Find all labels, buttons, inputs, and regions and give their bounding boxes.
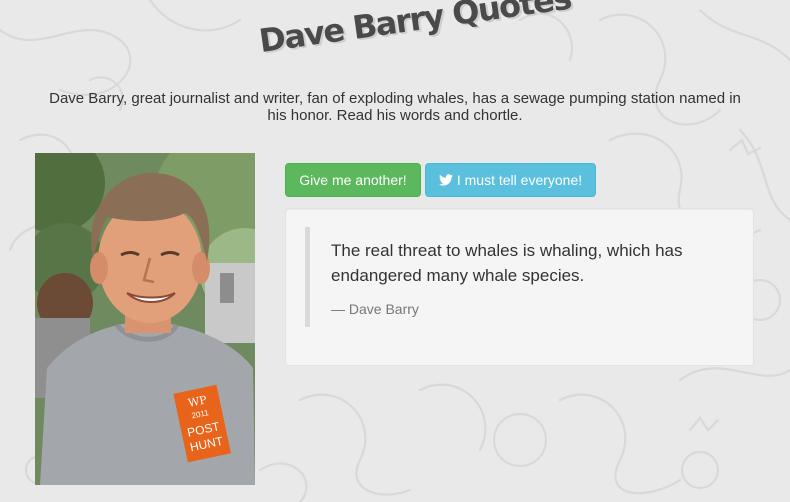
tweet-label: I must tell everyone!	[456, 172, 583, 188]
give-me-another-label: Give me another!	[299, 172, 407, 188]
quote-author: — Dave Barry	[331, 301, 419, 317]
tweet-button[interactable]: I must tell everyone!	[425, 163, 596, 197]
quote-blockquote: The real threat to whales is whaling, wh…	[305, 227, 725, 327]
dave-barry-photo: WP 2011 POST HUNT	[35, 153, 255, 485]
quote-card: The real threat to whales is whaling, wh…	[285, 208, 754, 366]
twitter-bird-icon	[438, 174, 453, 186]
page-tagline: Dave Barry, great journalist and writer,…	[49, 90, 741, 124]
give-me-another-button[interactable]: Give me another!	[285, 163, 421, 197]
quote-text: The real threat to whales is whaling, wh…	[331, 241, 683, 285]
